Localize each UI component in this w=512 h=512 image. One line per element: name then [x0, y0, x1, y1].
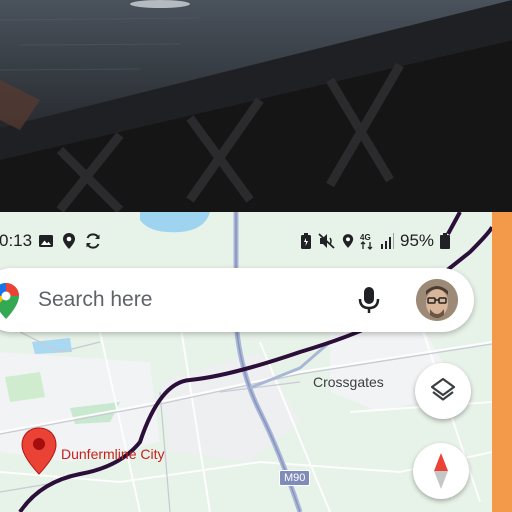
signal-icon: [381, 233, 394, 249]
avatar[interactable]: [416, 279, 458, 321]
layers-button[interactable]: [415, 363, 471, 419]
sync-icon: [86, 233, 100, 249]
profile-photo: [416, 279, 458, 321]
search-input[interactable]: Search here: [38, 288, 152, 312]
search-bar[interactable]: Search here: [0, 268, 474, 332]
mute-icon: [318, 233, 335, 249]
status-bar: 0:13 4G 95%: [0, 228, 492, 254]
location-icon: [63, 233, 75, 249]
location-pin-icon[interactable]: [20, 426, 58, 478]
image-icon: [39, 235, 53, 247]
battery-percent: 95%: [400, 231, 435, 250]
microphone-icon[interactable]: [358, 286, 380, 314]
location-icon: [342, 234, 354, 248]
svg-text:4G: 4G: [360, 233, 371, 242]
m90-shield: M90: [279, 470, 311, 486]
battery-icon: [440, 233, 451, 249]
status-time: 0:13: [0, 231, 33, 250]
layers-icon: [430, 377, 456, 401]
label-crossgates: Crossgates: [313, 374, 384, 390]
compass-icon: [434, 453, 448, 489]
bridge-photo-graphic: [0, 0, 512, 212]
battery-saver-icon: [301, 232, 311, 249]
side-panel-edge: [492, 212, 512, 512]
camera-photo: [0, 0, 512, 212]
label-dunfermline-city[interactable]: Dunfermline City: [61, 446, 164, 462]
4g-icon: 4G: [360, 233, 373, 250]
compass-button[interactable]: [413, 443, 469, 499]
google-maps-logo-icon: [0, 283, 19, 319]
